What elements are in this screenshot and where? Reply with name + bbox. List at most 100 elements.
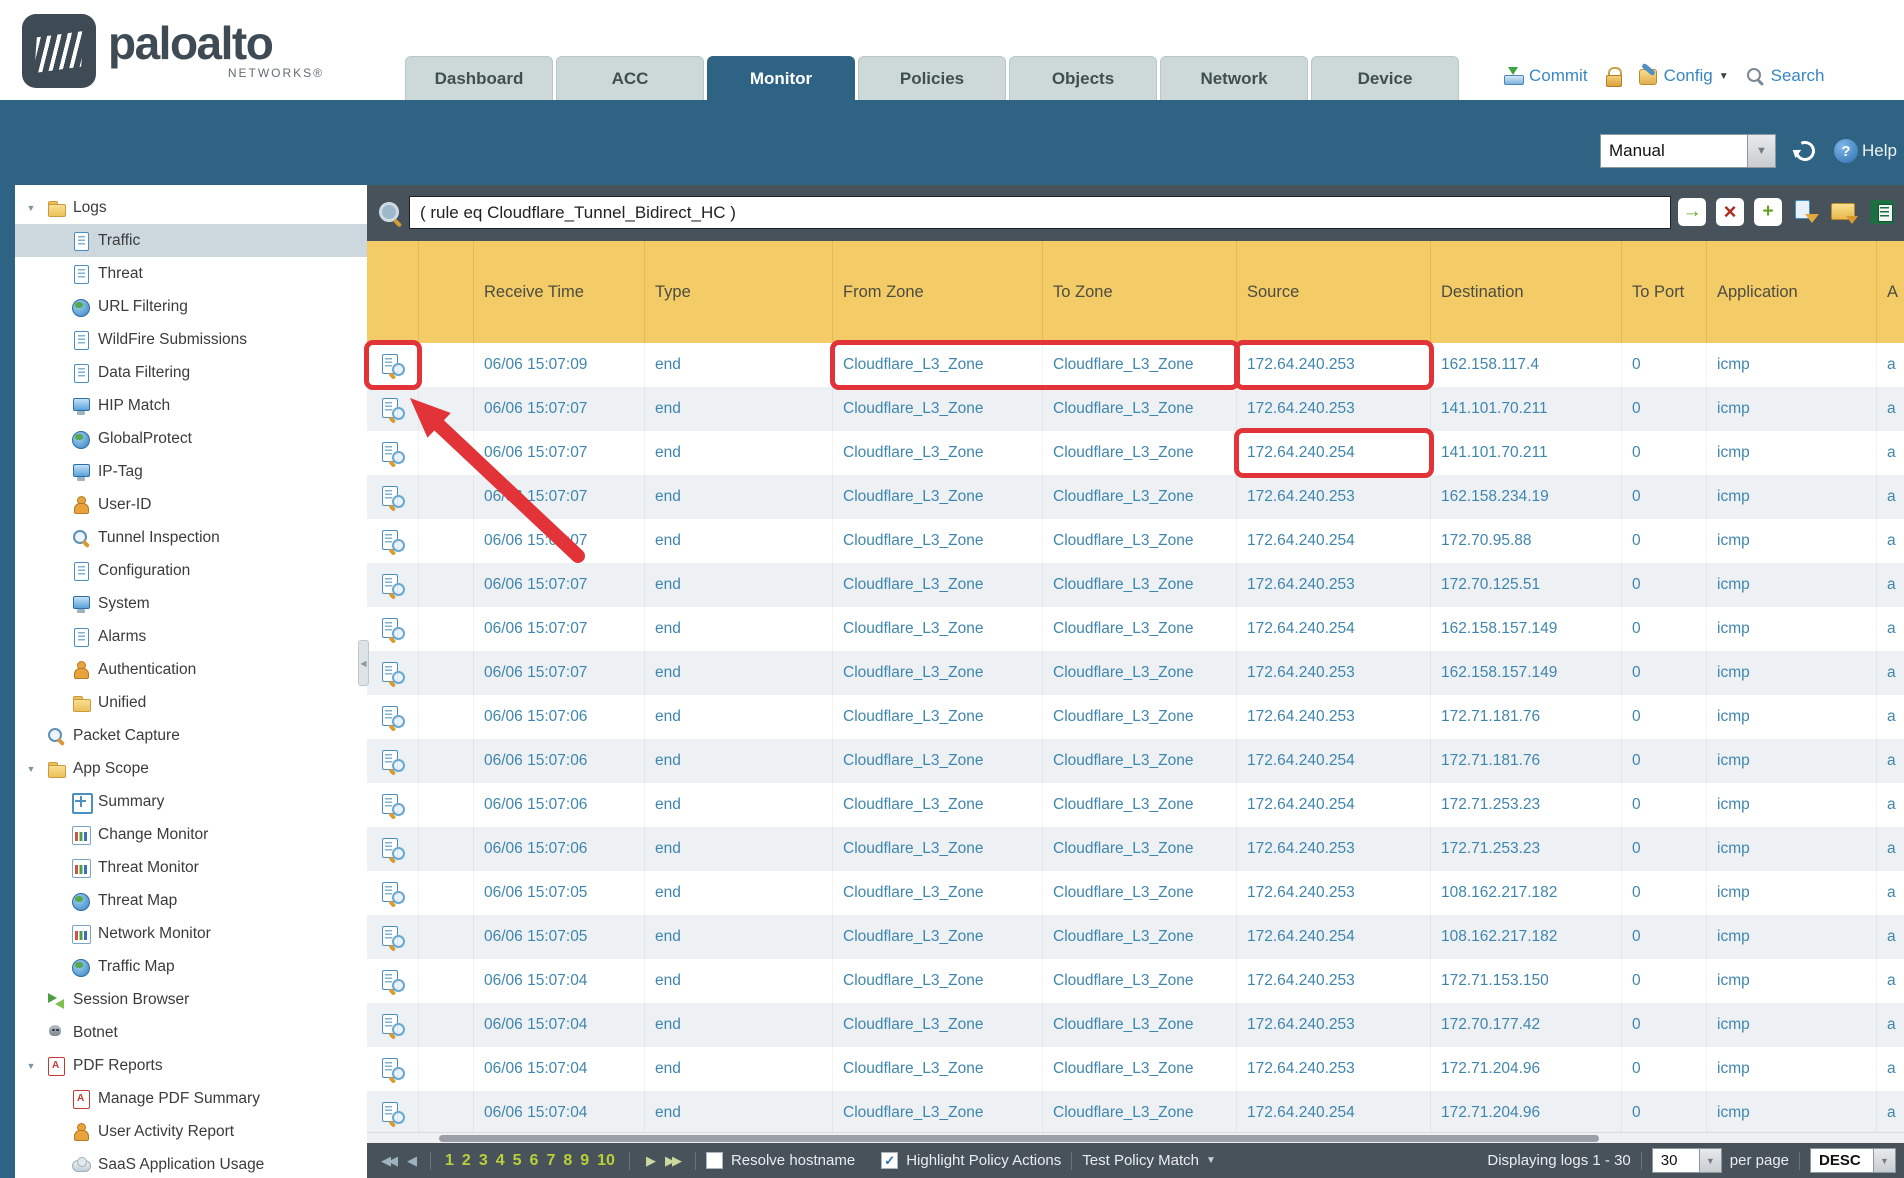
tab-network[interactable]: Network bbox=[1160, 56, 1308, 100]
cell-application[interactable]: icmp bbox=[1707, 695, 1877, 739]
cell-receive_time[interactable]: 06/06 15:07:07 bbox=[474, 563, 645, 607]
cell-to_port[interactable]: 0 bbox=[1622, 475, 1707, 519]
test-policy-match-button[interactable]: Test Policy Match ▼ bbox=[1082, 1152, 1216, 1169]
cell-destination[interactable]: 172.71.153.150 bbox=[1431, 959, 1622, 1003]
cell-source[interactable]: 172.64.240.253 bbox=[1237, 1047, 1431, 1091]
sidebar-item-unified[interactable]: Unified bbox=[15, 686, 367, 719]
column-header-type[interactable]: Type bbox=[645, 241, 833, 343]
cell-action[interactable]: a bbox=[1877, 343, 1904, 387]
lock-icon[interactable] bbox=[1604, 66, 1622, 86]
cell-type[interactable]: end bbox=[645, 431, 833, 475]
tab-objects[interactable]: Objects bbox=[1009, 56, 1157, 100]
column-header-source[interactable]: Source bbox=[1237, 241, 1431, 343]
cell-source[interactable]: 172.64.240.254 bbox=[1237, 739, 1431, 783]
cell-to_zone[interactable]: Cloudflare_L3_Zone bbox=[1043, 1091, 1237, 1132]
page-number-7[interactable]: 7 bbox=[546, 1152, 555, 1170]
cell-to_port[interactable]: 0 bbox=[1622, 739, 1707, 783]
column-header-destination[interactable]: Destination bbox=[1431, 241, 1622, 343]
cell-receive_time[interactable]: 06/06 15:07:04 bbox=[474, 1091, 645, 1132]
page-number-10[interactable]: 10 bbox=[597, 1152, 615, 1170]
cell-type[interactable]: end bbox=[645, 387, 833, 431]
cell-to_zone[interactable]: Cloudflare_L3_Zone bbox=[1043, 563, 1237, 607]
cell-source[interactable]: 172.64.240.253 bbox=[1237, 343, 1431, 387]
cell-receive_time[interactable]: 06/06 15:07:09 bbox=[474, 343, 645, 387]
cell-application[interactable]: icmp bbox=[1707, 1091, 1877, 1132]
cell-to_port[interactable]: 0 bbox=[1622, 1003, 1707, 1047]
expander-triangle-icon[interactable]: ▼ bbox=[23, 764, 39, 774]
cell-destination[interactable]: 172.70.95.88 bbox=[1431, 519, 1622, 563]
cell-application[interactable]: icmp bbox=[1707, 431, 1877, 475]
sidebar-item-network-monitor[interactable]: Network Monitor bbox=[15, 917, 367, 950]
sidebar-item-ip-tag[interactable]: IP-Tag bbox=[15, 455, 367, 488]
page-number-5[interactable]: 5 bbox=[513, 1152, 522, 1170]
cell-from_zone[interactable]: Cloudflare_L3_Zone bbox=[833, 783, 1043, 827]
log-detail-button[interactable] bbox=[367, 1091, 419, 1132]
cell-application[interactable]: icmp bbox=[1707, 475, 1877, 519]
load-filter-button[interactable] bbox=[1830, 198, 1858, 226]
sidebar-item-configuration[interactable]: Configuration bbox=[15, 554, 367, 587]
cell-from_zone[interactable]: Cloudflare_L3_Zone bbox=[833, 1047, 1043, 1091]
sidebar-item-user-activity-report[interactable]: User Activity Report bbox=[15, 1115, 367, 1148]
cell-action[interactable]: a bbox=[1877, 651, 1904, 695]
cell-to_port[interactable]: 0 bbox=[1622, 695, 1707, 739]
cell-receive_time[interactable]: 06/06 15:07:04 bbox=[474, 959, 645, 1003]
cell-application[interactable]: icmp bbox=[1707, 1003, 1877, 1047]
cell-to_zone[interactable]: Cloudflare_L3_Zone bbox=[1043, 871, 1237, 915]
log-detail-button[interactable] bbox=[367, 607, 419, 651]
sidebar-item-session-browser[interactable]: Session Browser bbox=[15, 983, 367, 1016]
cell-type[interactable]: end bbox=[645, 1091, 833, 1132]
cell-to_zone[interactable]: Cloudflare_L3_Zone bbox=[1043, 1047, 1237, 1091]
cell-source[interactable]: 172.64.240.253 bbox=[1237, 695, 1431, 739]
cell-application[interactable]: icmp bbox=[1707, 871, 1877, 915]
cell-receive_time[interactable]: 06/06 15:07:06 bbox=[474, 783, 645, 827]
cell-source[interactable]: 172.64.240.253 bbox=[1237, 827, 1431, 871]
cell-source[interactable]: 172.64.240.254 bbox=[1237, 1091, 1431, 1132]
cell-source[interactable]: 172.64.240.253 bbox=[1237, 1003, 1431, 1047]
column-header-action[interactable]: A bbox=[1877, 241, 1904, 343]
log-detail-button[interactable] bbox=[367, 387, 419, 431]
column-header-application[interactable]: Application bbox=[1707, 241, 1877, 343]
log-detail-button[interactable] bbox=[367, 563, 419, 607]
log-detail-button[interactable] bbox=[367, 783, 419, 827]
tab-acc[interactable]: ACC bbox=[556, 56, 704, 100]
cell-to_zone[interactable]: Cloudflare_L3_Zone bbox=[1043, 519, 1237, 563]
cell-destination[interactable]: 172.71.181.76 bbox=[1431, 695, 1622, 739]
cell-application[interactable]: icmp bbox=[1707, 959, 1877, 1003]
page-number-6[interactable]: 6 bbox=[530, 1152, 539, 1170]
cell-to_zone[interactable]: Cloudflare_L3_Zone bbox=[1043, 739, 1237, 783]
cell-from_zone[interactable]: Cloudflare_L3_Zone bbox=[833, 1003, 1043, 1047]
expander-triangle-icon[interactable]: ▼ bbox=[23, 1061, 39, 1071]
cell-receive_time[interactable]: 06/06 15:07:06 bbox=[474, 739, 645, 783]
last-page-button[interactable]: ▶▶ bbox=[665, 1153, 679, 1169]
resolve-hostname-checkbox[interactable] bbox=[706, 1152, 723, 1169]
cell-to_port[interactable]: 0 bbox=[1622, 827, 1707, 871]
cell-receive_time[interactable]: 06/06 15:07:07 bbox=[474, 387, 645, 431]
cell-type[interactable]: end bbox=[645, 739, 833, 783]
cell-from_zone[interactable]: Cloudflare_L3_Zone bbox=[833, 519, 1043, 563]
next-page-button[interactable]: ▶ bbox=[646, 1153, 653, 1169]
log-detail-button[interactable] bbox=[367, 431, 419, 475]
sidebar-item-url-filtering[interactable]: URL Filtering bbox=[15, 290, 367, 323]
sidebar-item-tunnel-inspection[interactable]: Tunnel Inspection bbox=[15, 521, 367, 554]
cell-type[interactable]: end bbox=[645, 827, 833, 871]
column-header-from_zone[interactable]: From Zone bbox=[833, 241, 1043, 343]
sidebar-item-app-scope[interactable]: ▼App Scope bbox=[15, 752, 367, 785]
cell-source[interactable]: 172.64.240.254 bbox=[1237, 431, 1431, 475]
per-page-select[interactable]: 30 ▼ bbox=[1652, 1148, 1722, 1173]
cell-receive_time[interactable]: 06/06 15:07:04 bbox=[474, 1003, 645, 1047]
cell-destination[interactable]: 108.162.217.182 bbox=[1431, 915, 1622, 959]
cell-type[interactable]: end bbox=[645, 871, 833, 915]
column-header-to_port[interactable]: To Port bbox=[1622, 241, 1707, 343]
cell-action[interactable]: a bbox=[1877, 563, 1904, 607]
sidebar-item-logs[interactable]: ▼Logs bbox=[15, 191, 367, 224]
log-detail-button[interactable] bbox=[367, 871, 419, 915]
cell-type[interactable]: end bbox=[645, 915, 833, 959]
cell-from_zone[interactable]: Cloudflare_L3_Zone bbox=[833, 607, 1043, 651]
log-detail-button[interactable] bbox=[367, 343, 419, 387]
cell-to_port[interactable]: 0 bbox=[1622, 387, 1707, 431]
cell-source[interactable]: 172.64.240.253 bbox=[1237, 959, 1431, 1003]
cell-destination[interactable]: 162.158.117.4 bbox=[1431, 343, 1622, 387]
help-label[interactable]: Help bbox=[1862, 141, 1897, 161]
cell-to_port[interactable]: 0 bbox=[1622, 563, 1707, 607]
cell-destination[interactable]: 141.101.70.211 bbox=[1431, 387, 1622, 431]
